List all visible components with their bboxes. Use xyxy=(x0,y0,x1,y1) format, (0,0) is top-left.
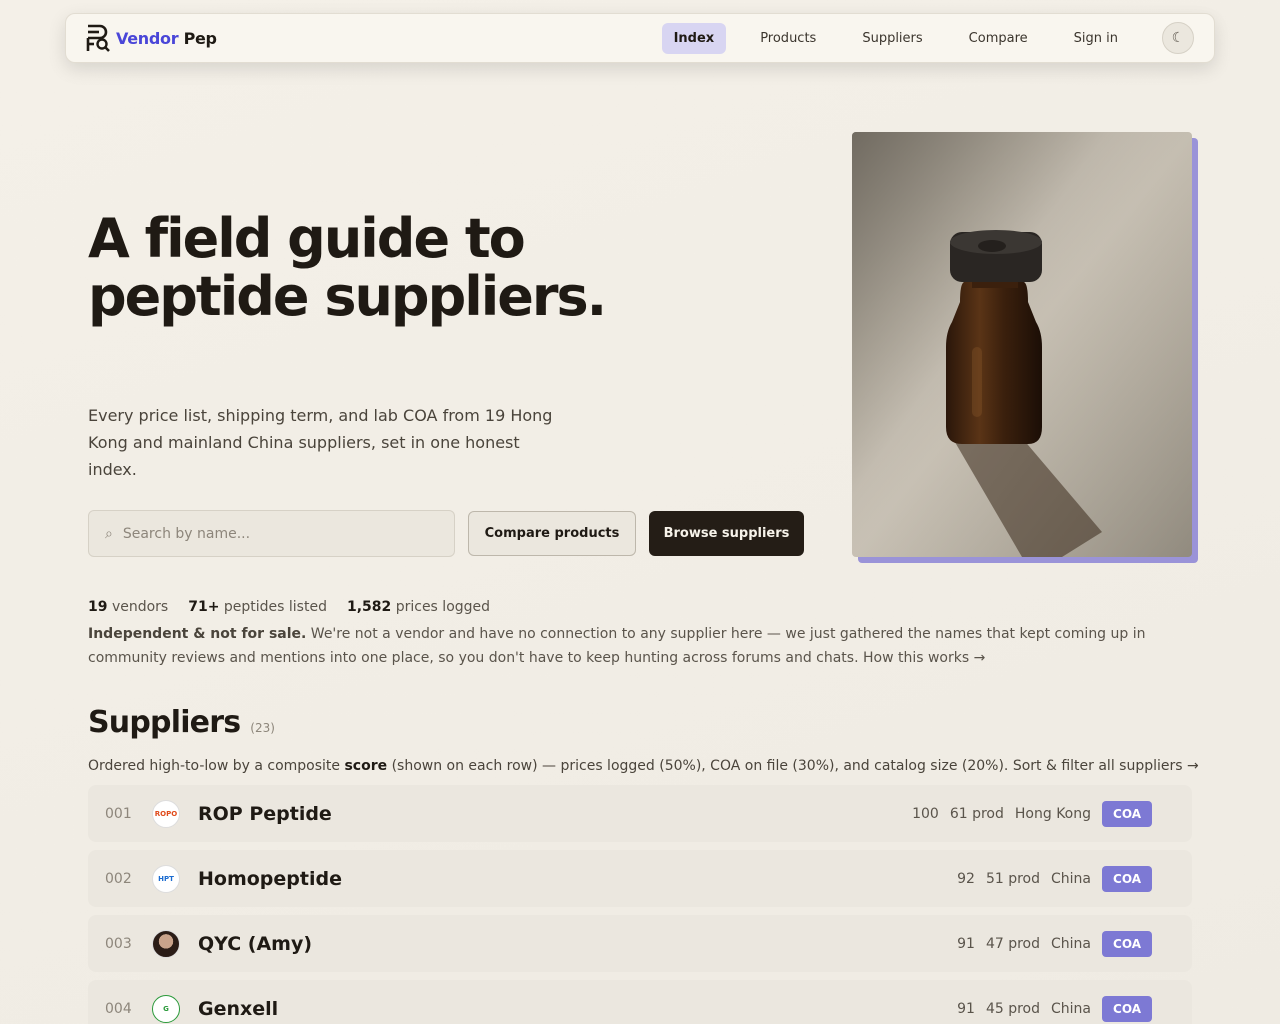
supplier-meta: 100 61 prod Hong Kong COA xyxy=(912,800,1152,827)
top-navbar: Vendor Pep Index Products Suppliers Comp… xyxy=(65,13,1215,63)
supplier-name: Genxell xyxy=(198,997,279,1020)
row-number: 003 xyxy=(105,935,132,952)
nav-link-index[interactable]: Index xyxy=(661,22,727,54)
supplier-product-count: 61 prod xyxy=(949,805,1004,822)
nav-link-compare[interactable]: Compare xyxy=(957,23,1040,54)
coa-badge: COA xyxy=(1102,995,1152,1022)
supplier-region: China xyxy=(1051,935,1092,952)
suppliers-count: (23) xyxy=(250,721,275,735)
hero-title: A field guide to peptide suppliers. xyxy=(88,207,607,328)
row-number: 001 xyxy=(105,805,132,822)
sort-filter-link[interactable]: (shown on each row) — prices logged (50%… xyxy=(387,758,1199,774)
supplier-name: QYC (Amy) xyxy=(198,932,313,955)
browse-suppliers-button[interactable]: Browse suppliers xyxy=(649,511,804,556)
supplier-meta: 91 47 prod China COA xyxy=(957,930,1152,957)
theme-toggle-moon-icon[interactable]: ☾ xyxy=(1162,22,1194,54)
stats-bar: 19 vendors 71+ peptides listed 1,582 pri… xyxy=(88,599,490,615)
logo[interactable]: Vendor Pep xyxy=(86,23,217,53)
supplier-avatar xyxy=(152,929,180,958)
supplier-region: China xyxy=(1051,870,1092,887)
row-number: 004 xyxy=(105,1000,132,1017)
stat-prices: 1,582 prices logged xyxy=(346,599,491,615)
coa-badge: COA xyxy=(1102,800,1152,827)
supplier-name: ROP Peptide xyxy=(198,802,332,825)
search-input[interactable]: ⌕ Search by name... xyxy=(88,510,455,557)
search-icon: ⌕ xyxy=(105,525,113,542)
coa-badge: COA xyxy=(1102,930,1152,957)
coa-badge: COA xyxy=(1102,865,1152,892)
supplier-name: Homopeptide xyxy=(198,867,342,890)
supplier-meta: 91 45 prod China COA xyxy=(957,995,1152,1022)
amber-vial-illustration xyxy=(852,132,1192,557)
stat-vendors: 19 vendors xyxy=(88,599,169,615)
supplier-product-count: 51 prod xyxy=(985,870,1041,887)
supplier-region: China xyxy=(1051,1000,1092,1017)
supplier-region: Hong Kong xyxy=(1014,805,1092,822)
logo-mark-icon xyxy=(86,24,110,52)
logo-text: Vendor Pep xyxy=(116,28,217,48)
supplier-score: 91 xyxy=(957,935,975,952)
supplier-product-count: 47 prod xyxy=(985,935,1041,952)
row-number: 002 xyxy=(105,870,132,887)
search-placeholder: Search by name... xyxy=(122,525,251,542)
nav-links: Index Products Suppliers Compare Sign in… xyxy=(661,22,1194,54)
supplier-list: 001 ROPO ROP Peptide 100 61 prod Hong Ko… xyxy=(88,785,1192,1024)
supplier-score: 91 xyxy=(957,1000,975,1017)
supplier-row[interactable]: 002 HPT Homopeptide 92 51 prod China COA xyxy=(88,850,1192,907)
compare-products-button[interactable]: Compare products xyxy=(468,511,636,556)
supplier-row[interactable]: 003 QYC (Amy) 91 47 prod China COA xyxy=(88,915,1192,972)
suppliers-description: Ordered high-to-low by a composite score… xyxy=(88,758,1199,774)
hero-vial-image xyxy=(852,132,1192,557)
disclaimer: Independent & not for sale. We're not a … xyxy=(88,626,1146,666)
supplier-avatar: ROPO xyxy=(152,799,180,828)
supplier-avatar: G xyxy=(152,994,180,1023)
supplier-row[interactable]: 001 ROPO ROP Peptide 100 61 prod Hong Ko… xyxy=(88,785,1192,842)
nav-link-sign-in[interactable]: Sign in xyxy=(1062,23,1130,54)
nav-link-products[interactable]: Products xyxy=(748,23,828,54)
suppliers-heading: Suppliers (23) xyxy=(88,705,275,740)
supplier-row[interactable]: 004 G Genxell 91 45 prod China COA xyxy=(88,980,1192,1024)
supplier-score: 100 xyxy=(912,805,939,822)
supplier-meta: 92 51 prod China COA xyxy=(957,865,1152,892)
supplier-product-count: 45 prod xyxy=(985,1000,1041,1017)
supplier-avatar: HPT xyxy=(152,864,180,893)
stat-peptides: 71+ peptides listed xyxy=(188,599,327,615)
hero-subtitle: Every price list, shipping term, and lab… xyxy=(88,406,553,479)
supplier-score: 92 xyxy=(957,870,975,887)
nav-link-suppliers[interactable]: Suppliers xyxy=(850,23,934,54)
suppliers-title: Suppliers xyxy=(88,705,241,740)
